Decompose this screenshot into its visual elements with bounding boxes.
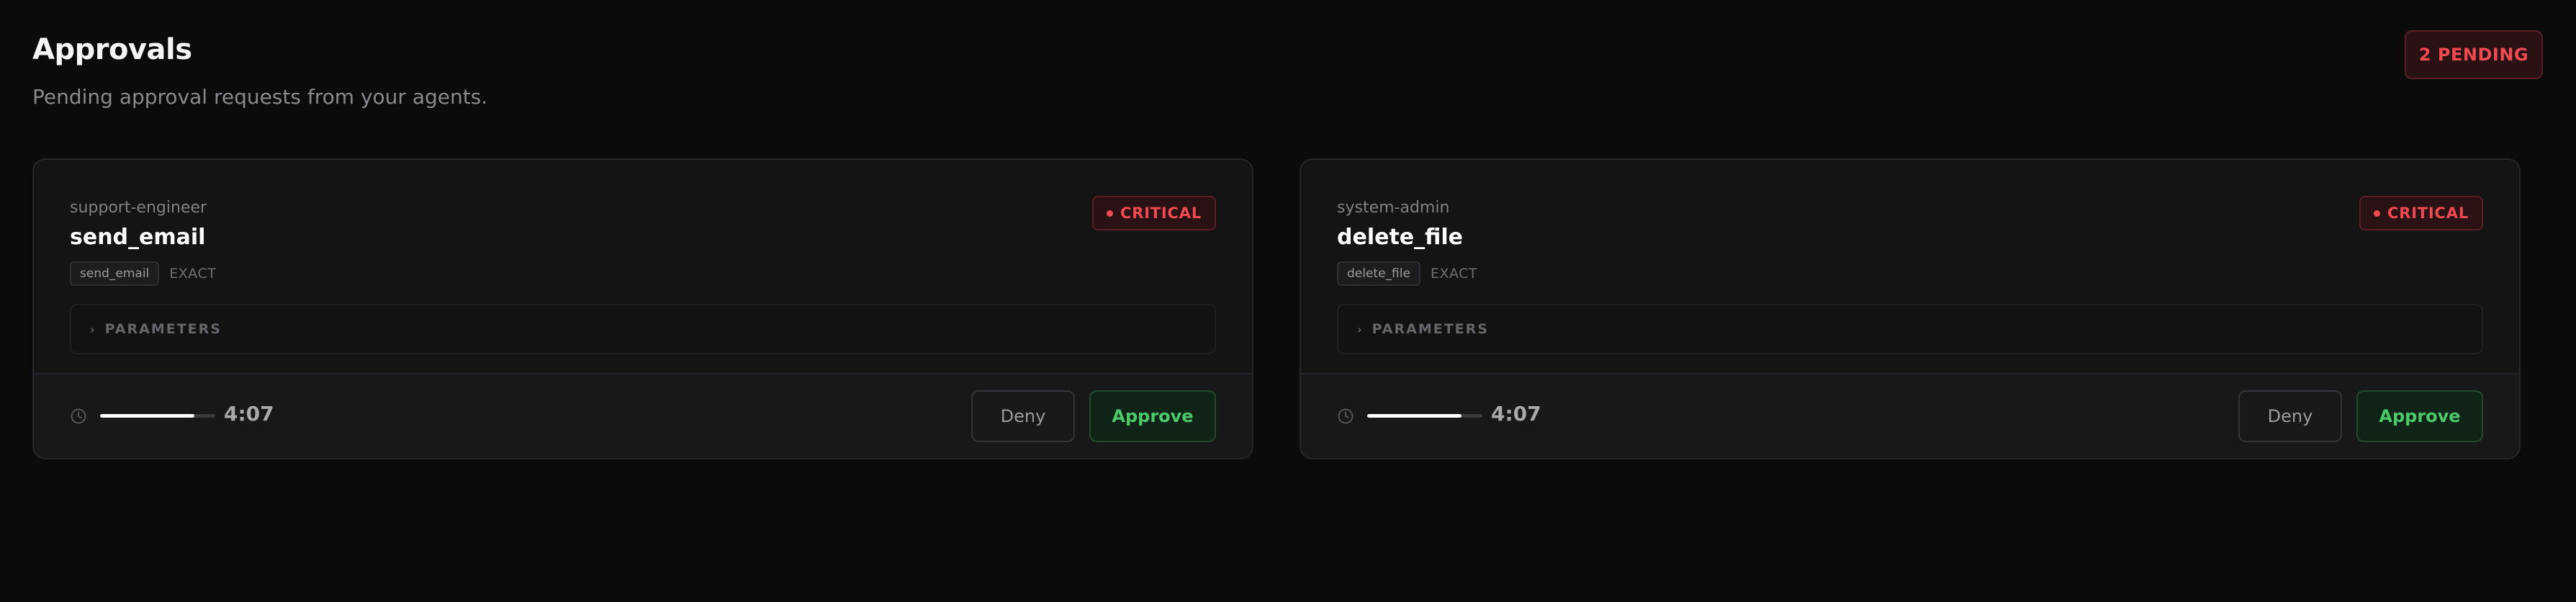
clock-icon xyxy=(71,408,86,424)
approve-button[interactable]: Approve xyxy=(2356,390,2483,442)
time-remaining: 4:07 xyxy=(1491,402,1541,426)
deny-button[interactable]: Deny xyxy=(971,390,1075,442)
severity-dot-icon xyxy=(1107,210,1114,217)
parameters-label: PARAMETERS xyxy=(104,321,222,337)
parameters-toggle[interactable]: › PARAMETERS xyxy=(1337,304,2483,354)
clock-icon xyxy=(1338,408,1354,424)
countdown-progress-fill xyxy=(100,414,195,418)
card-footer: 4:07 Deny Approve xyxy=(34,373,1252,458)
approve-button[interactable]: Approve xyxy=(1089,390,1216,442)
countdown-progress-bar xyxy=(1367,414,1482,418)
match-type-label: EXACT xyxy=(169,266,217,282)
countdown-progress-fill xyxy=(1367,414,1462,418)
tool-tags: send_email EXACT xyxy=(70,261,216,286)
chevron-right-icon: › xyxy=(90,322,96,336)
approval-card: support-engineer send_email send_email E… xyxy=(32,158,1253,459)
approval-card: system-admin delete_file delete_file EXA… xyxy=(1300,158,2521,459)
tool-name: send_email xyxy=(70,225,206,250)
pending-count-badge: 2 PENDING xyxy=(2405,30,2543,79)
severity-badge: CRITICAL xyxy=(2359,196,2483,230)
parameters-toggle[interactable]: › PARAMETERS xyxy=(70,304,1216,354)
chevron-right-icon: › xyxy=(1357,322,1364,336)
agent-name: support-engineer xyxy=(70,199,207,217)
severity-label: CRITICAL xyxy=(1120,205,1202,222)
card-footer: 4:07 Deny Approve xyxy=(1301,373,2519,458)
tool-name: delete_file xyxy=(1337,225,1464,250)
tool-tag: delete_file xyxy=(1337,261,1420,286)
time-remaining: 4:07 xyxy=(224,402,274,426)
tool-tags: delete_file EXACT xyxy=(1337,261,1477,286)
parameters-label: PARAMETERS xyxy=(1372,321,1489,337)
tool-tag: send_email xyxy=(70,261,160,286)
page-title: Approvals xyxy=(32,33,192,66)
match-type-label: EXACT xyxy=(1430,266,1478,282)
severity-badge: CRITICAL xyxy=(1092,196,1216,230)
approvals-page: Approvals Pending approval requests from… xyxy=(0,0,2576,602)
approval-card-list: support-engineer send_email send_email E… xyxy=(32,158,2521,459)
page-subtitle: Pending approval requests from your agen… xyxy=(32,85,488,109)
severity-dot-icon xyxy=(2374,210,2381,217)
countdown-progress-bar xyxy=(100,414,215,418)
deny-button[interactable]: Deny xyxy=(2238,390,2342,442)
severity-label: CRITICAL xyxy=(2387,205,2469,222)
agent-name: system-admin xyxy=(1337,199,1450,217)
